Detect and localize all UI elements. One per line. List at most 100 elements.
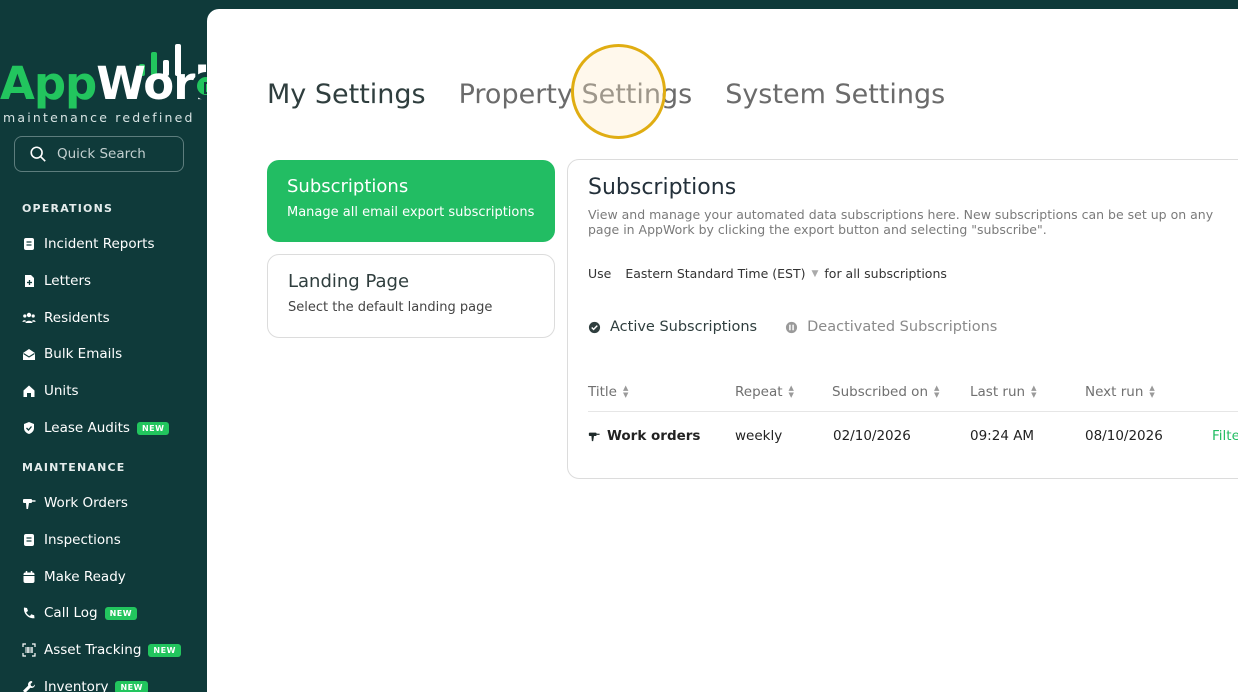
sidebar-item-bulk-emails[interactable]: Bulk Emails: [22, 342, 122, 366]
sidebar-item-lease-audits[interactable]: Lease Audits NEW: [22, 416, 170, 440]
tab-system-settings[interactable]: System Settings: [725, 79, 945, 110]
new-badge: NEW: [136, 421, 170, 435]
sidebar-item-make-ready[interactable]: Make Ready: [22, 565, 126, 589]
sidebar-item-label: Call Log: [44, 605, 98, 621]
sidebar-item-inspections[interactable]: Inspections: [22, 528, 121, 552]
section-title-operations: OPERATIONS: [22, 202, 114, 215]
cell-next-run: 08/10/2026: [1085, 428, 1163, 444]
home-icon: [22, 384, 36, 398]
subscription-status-tabs: Active Subscriptions Deactivated Subscri…: [588, 319, 1025, 335]
table-row[interactable]: Work orders weekly 02/10/2026 09:24 AM 0…: [588, 428, 1238, 450]
main-content: My Settings Property Settings System Set…: [207, 9, 1238, 692]
chevron-down-icon[interactable]: ▼: [811, 269, 818, 279]
timezone-prefix: Use: [588, 266, 612, 281]
subscriptions-panel: Subscriptions View and manage your autom…: [567, 159, 1238, 479]
search-icon: [30, 146, 46, 162]
column-header-title[interactable]: Title ▲ ▼: [588, 384, 628, 400]
timezone-suffix: for all subscriptions: [824, 266, 947, 281]
letter-file-icon: [22, 274, 36, 288]
sort-icon: ▲ ▼: [1031, 384, 1037, 399]
quick-search[interactable]: Quick Search: [14, 136, 184, 172]
column-label: Title: [588, 384, 617, 400]
sidebar-item-label: Work Orders: [44, 495, 128, 511]
sidebar-item-label: Letters: [44, 273, 92, 289]
pause-icon: [786, 321, 798, 333]
table-header: Title ▲ ▼ Repeat ▲ ▼ Subscribed on ▲ ▼ Last ru…: [588, 384, 1238, 412]
sidebar-item-label: Make Ready: [44, 569, 126, 585]
calendar-icon: [22, 570, 36, 584]
appwork-logo[interactable]: AppWork maintenance redefined: [0, 36, 224, 126]
sidebar-item-label: Bulk Emails: [44, 346, 123, 362]
section-title-maintenance: MAINTENANCE: [22, 461, 126, 474]
sidebar-item-letters[interactable]: Letters: [22, 269, 91, 293]
sidebar-item-inventory[interactable]: Inventory NEW: [22, 675, 148, 692]
sidebar-item-label: Asset Tracking: [44, 642, 142, 658]
wrench-icon: [22, 680, 36, 692]
landing-page-card[interactable]: Landing Page Select the default landing …: [267, 254, 555, 338]
card-title: Subscriptions: [287, 176, 409, 197]
sidebar-item-label: Inventory: [44, 679, 109, 692]
sidebar-item-incident-reports[interactable]: Incident Reports: [22, 232, 155, 256]
sidebar-item-label: Incident Reports: [44, 236, 155, 252]
card-title: Landing Page: [288, 271, 410, 292]
click-highlight-ring: [571, 44, 666, 139]
logo-wordmark: AppWork: [0, 56, 224, 112]
sidebar-item-label: Inspections: [44, 532, 121, 548]
sidebar-item-work-orders[interactable]: Work Orders: [22, 491, 128, 515]
column-header-repeat[interactable]: Repeat ▲ ▼: [735, 384, 794, 400]
logo-tagline: maintenance redefined: [3, 110, 195, 125]
phone-icon: [22, 606, 36, 620]
quick-search-label: Quick Search: [57, 146, 146, 162]
sidebar-item-call-log[interactable]: Call Log NEW: [22, 601, 138, 625]
drill-icon: [22, 496, 36, 510]
cell-title: Work orders: [588, 428, 700, 444]
column-label: Subscribed on: [832, 384, 929, 400]
sidebar-item-asset-tracking[interactable]: Asset Tracking NEW: [22, 638, 181, 662]
sort-icon: ▲ ▼: [1149, 384, 1155, 399]
document-icon: [22, 237, 36, 251]
timezone-select[interactable]: Eastern Standard Time (EST): [625, 266, 805, 281]
column-label: Last run: [970, 384, 1026, 400]
shield-check-icon: [22, 421, 36, 435]
envelope-icon: [22, 347, 36, 361]
sidebar: AppWork maintenance redefined Quick Sear…: [0, 0, 224, 692]
card-description: Select the default landing page: [288, 300, 493, 315]
clipboard-icon: [22, 533, 36, 547]
new-badge: NEW: [104, 606, 138, 620]
sort-icon: ▲ ▼: [622, 384, 629, 399]
cell-last-run: 09:24 AM: [970, 428, 1035, 444]
new-badge: NEW: [115, 680, 148, 692]
drill-icon: [588, 432, 600, 442]
check-badge-icon: [588, 321, 601, 333]
column-header-next-run[interactable]: Next run ▲ ▼: [1085, 384, 1155, 400]
header-divider: [588, 411, 1238, 412]
column-header-last-run[interactable]: Last run ▲ ▼: [970, 384, 1036, 400]
sidebar-item-residents[interactable]: Residents: [22, 306, 110, 330]
sort-icon: ▲ ▼: [788, 384, 794, 399]
column-label: Next run: [1085, 384, 1144, 400]
column-header-subscribed-on[interactable]: Subscribed on ▲ ▼: [832, 384, 939, 400]
tab-deactivated-subscriptions[interactable]: Deactivated Subscriptions: [785, 319, 997, 335]
tab-label: Active Subscriptions: [610, 319, 758, 335]
tab-active-subscriptions[interactable]: Active Subscriptions: [588, 319, 757, 335]
timezone-row: Use Eastern Standard Time (EST) ▼ for al…: [588, 266, 947, 281]
subscriptions-card[interactable]: Subscriptions Manage all email export su…: [267, 160, 555, 242]
column-label: Repeat: [735, 384, 783, 400]
new-badge: NEW: [148, 643, 181, 657]
barcode-icon: [22, 643, 36, 657]
panel-description: View and manage your automated data subs…: [588, 207, 1214, 237]
sidebar-item-units[interactable]: Units: [22, 379, 79, 403]
card-description: Manage all email export subscriptions: [287, 205, 535, 220]
logo-app-text: App: [0, 57, 97, 110]
people-icon: [22, 311, 36, 325]
filters-link[interactable]: Filte: [1212, 428, 1238, 444]
panel-title: Subscriptions: [588, 175, 737, 200]
sidebar-item-label: Residents: [44, 310, 110, 326]
tab-my-settings[interactable]: My Settings: [267, 79, 426, 110]
tab-label: Deactivated Subscriptions: [807, 319, 998, 335]
sidebar-item-label: Lease Audits: [44, 420, 130, 436]
sort-icon: ▲ ▼: [934, 384, 940, 399]
cell-title-text: Work orders: [607, 428, 701, 444]
sidebar-item-label: Units: [44, 383, 79, 399]
cell-repeat: weekly: [735, 428, 783, 444]
